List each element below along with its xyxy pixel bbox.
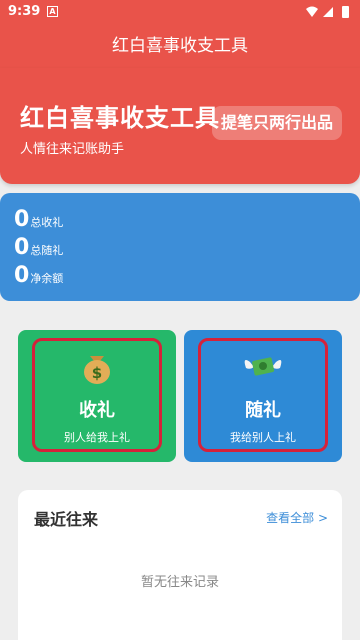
receive-gift-button[interactable]: $ 收礼 别人给我上礼 bbox=[18, 330, 176, 462]
give-gift-title: 随礼 bbox=[245, 400, 281, 421]
view-all-link[interactable]: 查看全部 > bbox=[266, 509, 328, 526]
stat-value: 0 bbox=[14, 235, 30, 260]
app-bar-title: 红白喜事收支工具 bbox=[112, 36, 248, 56]
notification-a-icon: A bbox=[47, 6, 58, 17]
wifi-icon bbox=[306, 6, 318, 17]
hero-banner: 红白喜事收支工具 人情往来记账助手 提笔只两行出品 bbox=[0, 68, 360, 184]
give-gift-button[interactable]: 随礼 我给别人上礼 bbox=[184, 330, 342, 462]
stat-label: 总收礼 bbox=[30, 216, 64, 229]
empty-state: 暂无往来记录 bbox=[140, 575, 219, 590]
battery-icon bbox=[342, 6, 349, 18]
give-gift-desc: 我给别人上礼 bbox=[230, 431, 296, 444]
stat-net-balance: 0净余额 bbox=[14, 263, 63, 291]
recent-records-card: 最近往来 查看全部 > 暂无往来记录 bbox=[18, 490, 342, 640]
money-with-wings-icon bbox=[244, 357, 282, 376]
recent-title: 最近往来 bbox=[34, 510, 99, 529]
author-badge: 提笔只两行出品 bbox=[211, 106, 342, 140]
stat-total-received: 0总收礼 bbox=[14, 207, 63, 235]
receive-gift-title: 收礼 bbox=[79, 400, 115, 421]
svg-text:$: $ bbox=[92, 364, 102, 382]
status-time: 9:39 bbox=[8, 4, 41, 19]
stats-card: 0总收礼 0总随礼 0净余额 bbox=[0, 193, 360, 301]
hero-title: 红白喜事收支工具 bbox=[20, 104, 220, 132]
action-cards: $ 收礼 别人给我上礼 随礼 我给别人上礼 bbox=[18, 330, 342, 462]
status-icons bbox=[306, 6, 349, 18]
stat-label: 净余额 bbox=[30, 272, 64, 285]
hero-subtitle: 人情往来记账助手 bbox=[20, 142, 125, 157]
status-bar: 9:39 A bbox=[0, 0, 360, 24]
money-bag-icon: $ bbox=[84, 356, 110, 384]
app-bar: 红白喜事收支工具 bbox=[0, 24, 360, 68]
stat-value: 0 bbox=[14, 207, 30, 232]
stat-total-given: 0总随礼 bbox=[14, 235, 63, 263]
stat-label: 总随礼 bbox=[30, 244, 64, 257]
receive-gift-desc: 别人给我上礼 bbox=[64, 431, 130, 444]
signal-icon bbox=[323, 7, 333, 17]
stat-value: 0 bbox=[14, 263, 30, 288]
